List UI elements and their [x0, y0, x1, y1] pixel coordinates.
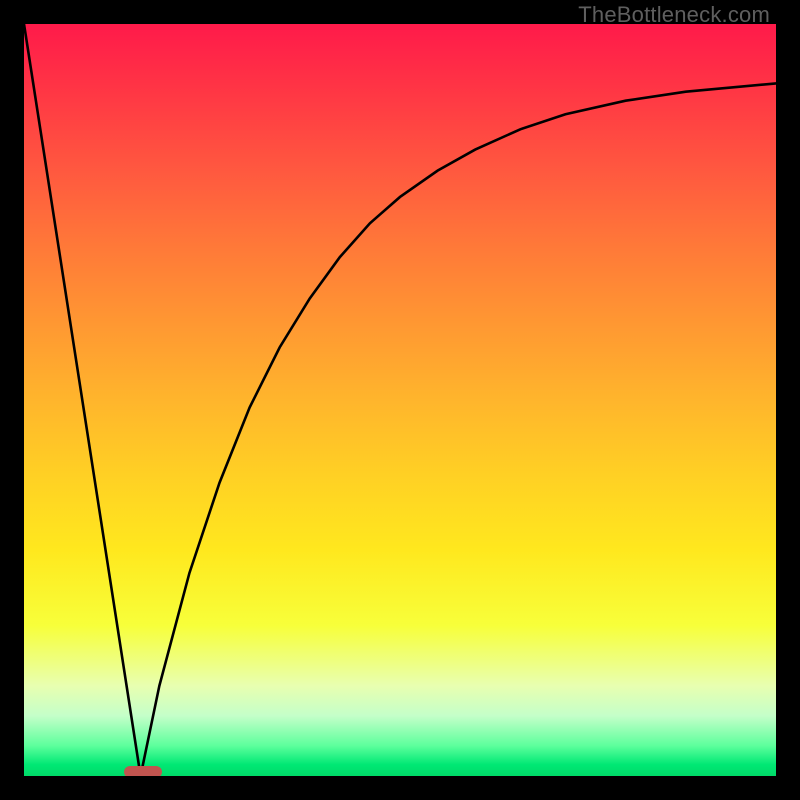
curves-svg	[24, 24, 776, 776]
baseline-marker	[124, 766, 162, 776]
chart-frame: TheBottleneck.com	[0, 0, 800, 800]
watermark-text: TheBottleneck.com	[578, 2, 770, 28]
right-curve	[141, 83, 776, 776]
plot-area	[24, 24, 776, 776]
left-line	[24, 24, 141, 776]
